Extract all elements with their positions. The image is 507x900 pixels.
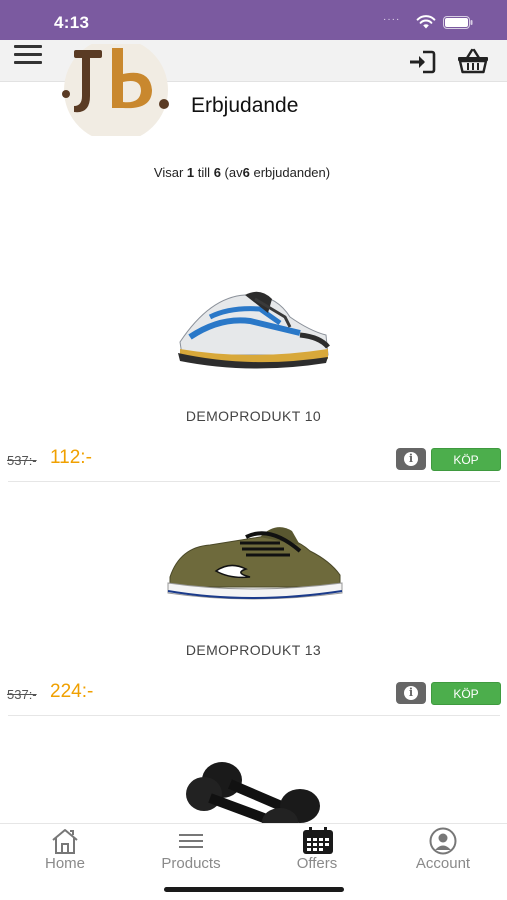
tab-home[interactable]: Home xyxy=(2,824,128,880)
brand-logo[interactable] xyxy=(60,44,178,136)
calendar-icon xyxy=(303,827,333,854)
info-button[interactable]: i xyxy=(396,448,426,470)
product-image-dumbbells[interactable] xyxy=(150,758,360,824)
page-title: Erbjudande xyxy=(191,94,299,117)
product-image-sneaker[interactable] xyxy=(150,517,360,627)
shopping-basket-icon[interactable] xyxy=(457,48,489,74)
tab-offers[interactable]: Offers xyxy=(254,824,380,880)
info-icon: i xyxy=(404,686,418,700)
status-time: 4:13 xyxy=(54,13,90,32)
offer-price: 224:- xyxy=(50,681,94,702)
product-name[interactable]: DEMOPRODUKT 13 xyxy=(0,642,507,658)
offer-price: 112:- xyxy=(50,447,92,468)
product-name[interactable]: DEMOPRODUKT 10 xyxy=(0,408,507,424)
old-price: 537:- xyxy=(7,687,37,702)
battery-icon xyxy=(443,16,473,29)
tab-label: Offers xyxy=(296,855,338,872)
product-image-running-shoe[interactable] xyxy=(150,287,360,397)
home-indicator xyxy=(164,887,344,892)
status-bar: 4:13 ···· xyxy=(0,0,507,40)
buy-button[interactable]: KÖP xyxy=(431,682,501,705)
hamburger-menu-icon[interactable] xyxy=(14,45,42,67)
account-icon xyxy=(429,827,457,855)
info-button[interactable]: i xyxy=(396,682,426,704)
info-icon: i xyxy=(404,452,418,466)
tab-label: Products xyxy=(161,855,221,872)
tab-label: Account xyxy=(415,855,471,872)
results-count: Visar 1 till 6 (av6 erbjudanden) xyxy=(153,165,331,180)
sign-in-icon[interactable] xyxy=(408,50,436,74)
home-icon xyxy=(52,829,78,854)
buy-button[interactable]: KÖP xyxy=(431,448,501,471)
wifi-icon xyxy=(416,15,436,29)
old-price: 537:- xyxy=(7,453,37,468)
tab-label: Home xyxy=(44,855,85,872)
tab-products[interactable]: Products xyxy=(128,824,254,880)
divider xyxy=(8,481,500,482)
divider xyxy=(8,715,500,716)
tab-account[interactable]: Account xyxy=(380,824,506,880)
list-icon xyxy=(179,834,203,848)
signal-dots: ···· xyxy=(383,14,401,25)
